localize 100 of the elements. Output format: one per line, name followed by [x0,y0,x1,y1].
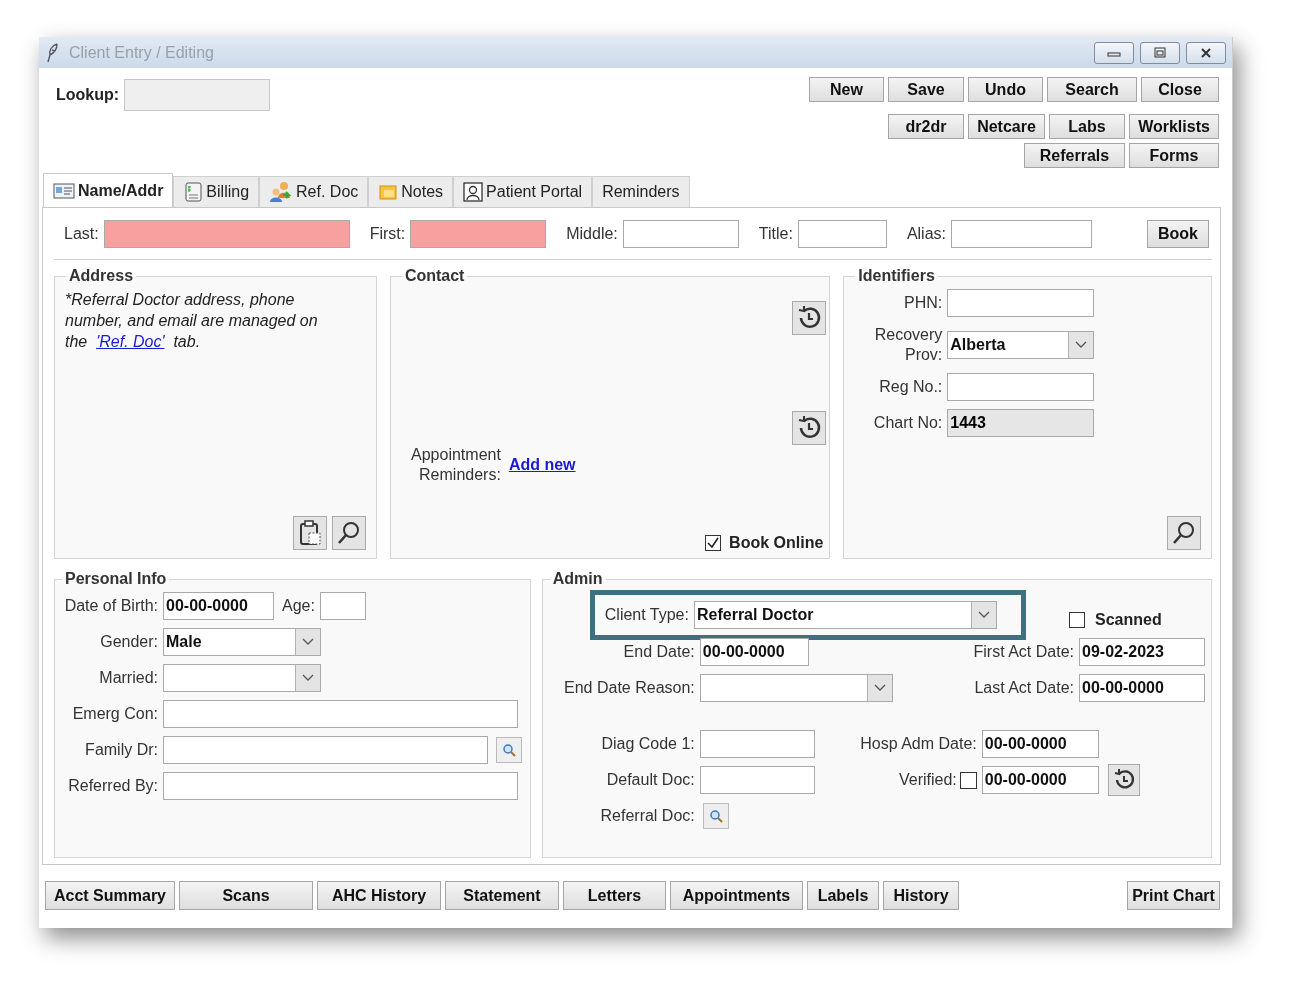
field-label: Diag Code 1: [600,735,695,753]
print-chart-button[interactable]: Print Chart [1127,881,1220,910]
text-field[interactable] [699,730,815,758]
field-label: Family Dr: [84,741,158,759]
text-field[interactable] [163,772,518,800]
date-field[interactable]: 00-00-0000 [163,592,274,620]
text-field[interactable] [947,373,1095,401]
action-button[interactable]: AHC History [317,881,441,910]
field-label: Middle: [566,225,618,243]
maximize-icon [1153,46,1167,59]
toolbar-button[interactable]: dr2dr [888,114,964,139]
checkbox[interactable] [959,771,977,789]
age-field[interactable] [319,592,366,620]
history-button[interactable] [1107,764,1140,796]
text-field[interactable] [947,289,1095,317]
tab[interactable]: Billing [173,176,260,207]
name-field[interactable] [410,220,547,248]
action-button[interactable]: Scans [179,881,313,910]
caret-icon [977,611,990,619]
tab[interactable]: Ref. Doc [259,176,369,207]
people-icon [269,181,294,203]
dropdown[interactable]: Alberta [947,331,1095,359]
note-icon [378,183,399,201]
checkbox-label: Book Online [729,534,824,552]
dropdown[interactable]: Referral Doctor [693,601,997,629]
history-button[interactable] [792,301,827,335]
field-label: Gender: [99,633,158,651]
action-button[interactable]: Letters [563,881,666,910]
toolbar-button[interactable]: Worklists [1129,114,1219,139]
field-label: End Date: [622,643,695,661]
action-button[interactable]: Labels [807,881,879,910]
search-button[interactable] [331,516,366,550]
book-button[interactable]: Book [1147,220,1209,248]
checkbox[interactable] [1068,612,1085,628]
close-button[interactable] [1186,41,1226,64]
toolbar-button[interactable]: Save [888,77,964,102]
field-label: Recovery Prov: [873,325,943,365]
field-label: Last: [64,225,99,243]
name-field[interactable] [951,220,1092,248]
date-field[interactable]: 00-00-0000 [1079,674,1205,702]
toolbar-button[interactable]: Referrals [1024,143,1125,168]
group-title: Address [68,267,135,285]
date-field[interactable]: 00-00-0000 [981,730,1099,758]
document-icon [183,182,204,202]
field-label: Last Act Date: [974,679,1074,697]
date-field[interactable]: 09-02-2023 [1079,638,1205,666]
minimize-button[interactable] [1094,41,1134,64]
text-field[interactable] [163,736,488,764]
field-label: Hosp Adm Date: [859,735,977,753]
toolbar-button[interactable]: Close [1141,77,1219,102]
history-button[interactable] [792,411,827,445]
name-field[interactable] [797,220,887,248]
toolbar-button[interactable]: Undo [968,77,1043,102]
dropdown[interactable] [699,674,893,702]
field-label: Verified: [898,771,957,789]
add-new-link[interactable]: Add new [508,456,576,474]
window-title: Client Entry / Editing [69,43,214,62]
person-icon [463,182,484,202]
field-label: End Date Reason: [563,679,695,697]
group-title: Identifiers [857,267,936,285]
toolbar-button[interactable]: Netcare [968,114,1045,139]
lookup-field[interactable] [124,79,271,111]
toolbar-button[interactable]: Labs [1049,114,1125,139]
field-label: Reg No.: [878,377,943,397]
lookup-button[interactable] [496,737,522,763]
text-field[interactable] [699,766,815,794]
tab[interactable]: Patient Portal [453,176,593,207]
dropdown[interactable]: Male [163,628,321,656]
ref-doc-link[interactable]: 'Ref. Doc' [96,333,165,350]
action-button[interactable]: Acct Summary [45,881,175,910]
date-field[interactable]: 00-00-0000 [981,766,1099,794]
clipboard-icon [297,520,322,546]
action-button[interactable]: History [883,881,959,910]
group-title: Contact [403,267,466,285]
tab[interactable]: Reminders [592,176,690,207]
name-field[interactable] [103,220,350,248]
field-label: Date of Birth: [63,597,158,615]
history-icon [796,415,823,441]
tab[interactable]: Name/Addr [43,173,174,208]
lookup-button[interactable] [702,803,729,829]
date-field[interactable]: 00-00-0000 [699,638,809,666]
toolbar-button[interactable]: Forms [1129,143,1219,168]
field-label: Referred By: [67,777,158,795]
clipboard-button[interactable] [292,516,327,550]
checkbox[interactable] [705,535,722,551]
search-button[interactable] [1167,516,1201,550]
action-button[interactable]: Statement [445,881,559,910]
tab[interactable]: Notes [368,176,454,207]
field-label: Age: [282,597,315,615]
maximize-button[interactable] [1140,41,1180,64]
field-label: First Act Date: [973,643,1074,661]
text-field[interactable] [163,700,518,728]
field-label: Emerg Con: [71,705,158,723]
action-button[interactable]: Appointments [670,881,803,910]
dropdown[interactable] [163,664,321,692]
name-field[interactable] [622,220,739,248]
close-icon [1199,46,1213,59]
toolbar-button[interactable]: Search [1047,77,1137,102]
toolbar-button[interactable]: New [809,77,884,102]
field-label: Chart No: [872,413,943,433]
